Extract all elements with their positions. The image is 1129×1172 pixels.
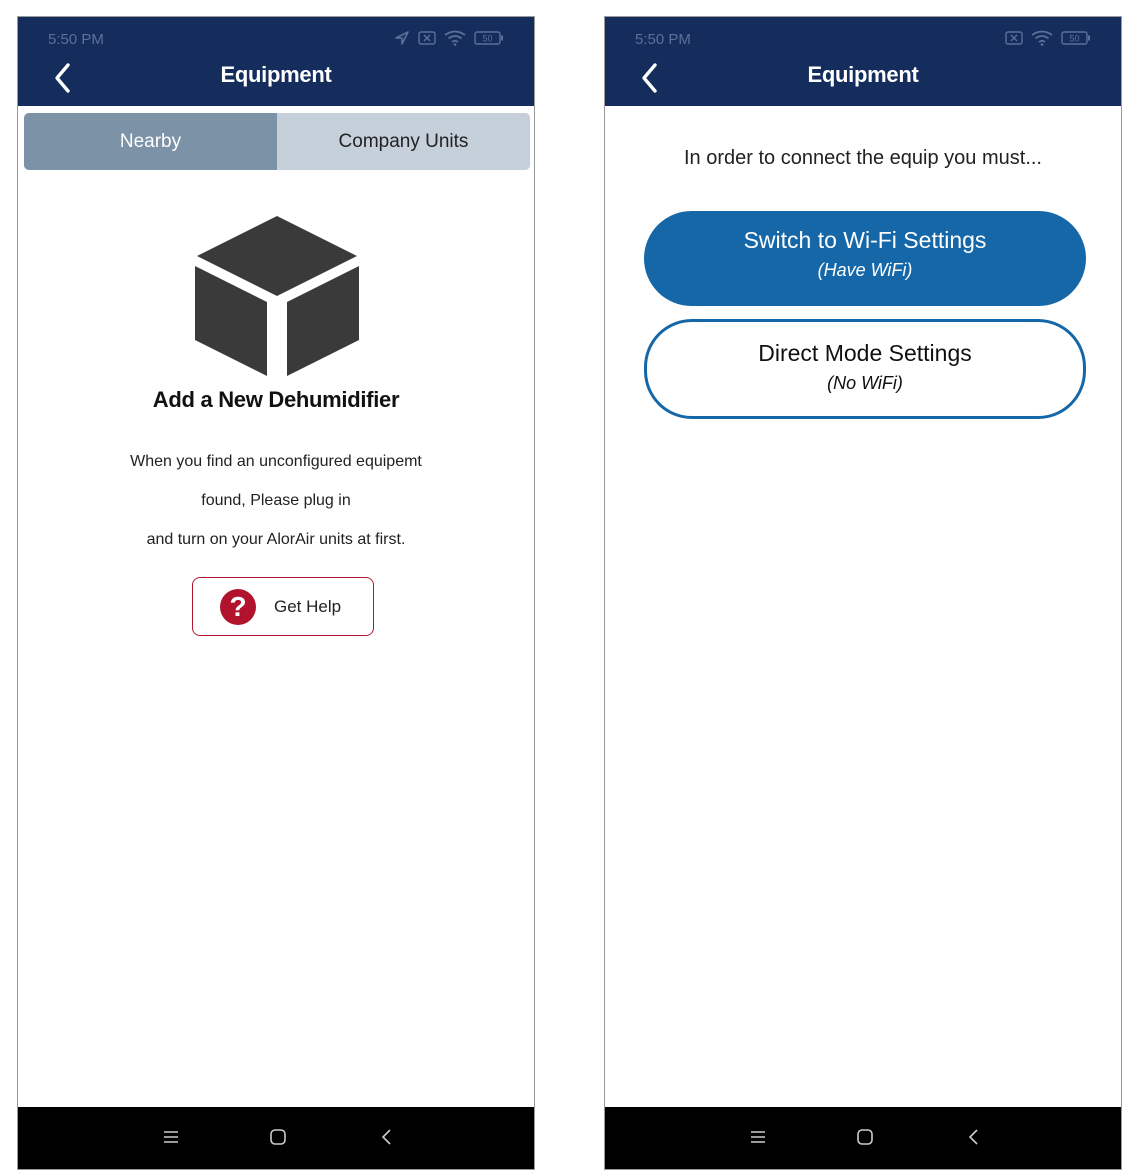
menu-icon[interactable] bbox=[749, 1128, 767, 1146]
message-line-1: When you find an unconfigured equipemt bbox=[130, 453, 422, 470]
help-icon: ? bbox=[220, 589, 256, 625]
page-title: Equipment bbox=[220, 62, 332, 87]
direct-mode-button[interactable]: Direct Mode Settings (No WiFi) bbox=[644, 319, 1086, 419]
help-icon-glyph: ? bbox=[229, 591, 247, 622]
tab-nearby[interactable]: Nearby bbox=[24, 113, 277, 170]
get-help-label: Get Help bbox=[274, 597, 342, 616]
message-line-2: found, Please plug in bbox=[201, 492, 351, 509]
direct-mode-subtitle: (No WiFi) bbox=[827, 373, 903, 393]
connection-mode-screen: 5:50 PM 50 Equipment In order to connect bbox=[604, 16, 1122, 1170]
battery-icon: 50 bbox=[1061, 31, 1090, 45]
direct-mode-title: Direct Mode Settings bbox=[758, 340, 972, 366]
wifi-settings-title: Switch to Wi-Fi Settings bbox=[743, 227, 987, 253]
app-bar: 5:50 PM 50 Equipment bbox=[18, 17, 534, 106]
nav-back-icon[interactable] bbox=[965, 1128, 983, 1146]
status-time: 5:50 PM bbox=[635, 31, 691, 48]
home-icon[interactable] bbox=[856, 1128, 874, 1146]
status-icons: 50 bbox=[394, 28, 504, 48]
wifi-settings-button[interactable]: Switch to Wi-Fi Settings (Have WiFi) bbox=[644, 211, 1086, 306]
home-icon[interactable] bbox=[269, 1128, 287, 1146]
status-icons: 50 bbox=[1005, 28, 1091, 48]
connect-instruction: In order to connect the equip you must..… bbox=[684, 147, 1042, 169]
battery-level: 50 bbox=[482, 34, 492, 44]
sim-x-icon bbox=[1005, 31, 1023, 45]
wifi-icon bbox=[1031, 30, 1053, 46]
system-nav-bar bbox=[18, 1107, 534, 1169]
location-arrow-icon bbox=[395, 31, 409, 45]
page-title: Equipment bbox=[807, 62, 919, 87]
sim-x-icon bbox=[418, 31, 436, 45]
get-help-button[interactable]: ? Get Help bbox=[192, 577, 374, 636]
nav-back-icon[interactable] bbox=[378, 1128, 396, 1146]
system-nav-bar bbox=[605, 1107, 1121, 1169]
menu-icon[interactable] bbox=[162, 1128, 180, 1146]
nearby-screen: 5:50 PM 50 Equipment Nearby Company Unit… bbox=[17, 16, 535, 1170]
tab-bar: Nearby Company Units bbox=[24, 113, 530, 170]
message-line-3: and turn on your AlorAir units at first. bbox=[146, 531, 406, 548]
app-bar: 5:50 PM 50 Equipment bbox=[605, 17, 1121, 106]
battery-level: 50 bbox=[1069, 34, 1079, 44]
add-dehumidifier-heading: Add a New Dehumidifier bbox=[152, 387, 400, 412]
wifi-settings-subtitle: (Have WiFi) bbox=[817, 260, 913, 280]
tab-company-units[interactable]: Company Units bbox=[277, 113, 530, 170]
status-time: 5:50 PM bbox=[48, 31, 104, 48]
box-icon bbox=[195, 216, 359, 376]
wifi-icon bbox=[444, 30, 466, 46]
battery-icon: 50 bbox=[474, 31, 503, 45]
